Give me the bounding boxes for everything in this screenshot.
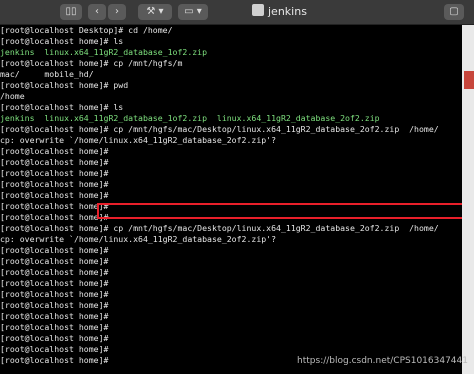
window-menu-button[interactable]: ▢ (444, 4, 464, 20)
background-window-edge (462, 25, 474, 374)
terminal-line: [root@localhost home]# cp /mnt/hgfs/mac/… (0, 124, 439, 134)
terminal-line: [root@localhost home]# (0, 179, 109, 189)
watermark: https://blog.csdn.net/CPS1016347441 (297, 356, 468, 366)
terminal-line: [root@localhost home]# (0, 245, 109, 255)
window-title-text: jenkins (268, 5, 307, 18)
terminal-output[interactable]: [root@localhost Desktop]# cd /home/ [roo… (0, 25, 462, 374)
back-button[interactable]: ‹ (88, 4, 106, 20)
forward-button[interactable]: › (108, 4, 126, 20)
screen-icon[interactable]: ▭ ▾ (178, 4, 208, 20)
terminal-line: [root@localhost home]# (0, 146, 109, 156)
terminal-line: [root@localhost home]# (0, 300, 109, 310)
terminal-line: [root@localhost home]# pwd (0, 80, 129, 90)
terminal-line: [root@localhost home]# ls (0, 36, 124, 46)
terminal-line: [root@localhost home]# (0, 168, 109, 178)
terminal-line: [root@localhost home]# ls (0, 102, 124, 112)
terminal-line: cp: overwrite `/home/linux.x64_11gR2_dat… (0, 135, 277, 145)
app-icon (252, 4, 264, 16)
terminal-line: [root@localhost home]# cp /mnt/hgfs/mac/… (0, 223, 439, 233)
terminal-line: [root@localhost home]# (0, 311, 109, 321)
terminal-line: mac/ mobile_hd/ (0, 69, 94, 79)
highlight-annotation-box (97, 203, 471, 219)
terminal-line: [root@localhost home]# (0, 278, 109, 288)
terminal-line: [root@localhost home]# (0, 212, 109, 222)
wrench-icon[interactable]: ⚒ ▾ (138, 4, 172, 20)
terminal-line: [root@localhost home]# (0, 190, 109, 200)
terminal-line: jenkins linux.x64_11gR2_database_1of2.zi… (0, 47, 208, 57)
terminal-line: [root@localhost home]# (0, 201, 109, 211)
terminal-line: [root@localhost home]# cp /mnt/hgfs/m (0, 58, 183, 68)
terminal-line: [root@localhost Desktop]# cd /home/ (0, 25, 173, 35)
terminal-line: cp: overwrite `/home/linux.x64_11gR2_dat… (0, 234, 277, 244)
terminal-line: [root@localhost home]# (0, 355, 109, 365)
terminal-line: [root@localhost home]# (0, 322, 109, 332)
window-title: jenkins (252, 4, 307, 20)
background-window-mark (464, 71, 474, 89)
title-bar: ▯▯ ‹ › ⚒ ▾ ▭ ▾ jenkins ▢ (0, 0, 474, 25)
terminal-line: [root@localhost home]# (0, 157, 109, 167)
terminal-line: [root@localhost home]# (0, 333, 109, 343)
terminal-line: /home (0, 91, 25, 101)
terminal-line: [root@localhost home]# (0, 256, 109, 266)
terminal-line: [root@localhost home]# (0, 267, 109, 277)
terminal-line: [root@localhost home]# (0, 289, 109, 299)
terminal-line: [root@localhost home]# (0, 344, 109, 354)
sidebar-toggle-button[interactable]: ▯▯ (60, 4, 82, 20)
terminal-line: jenkins linux.x64_11gR2_database_1of2.zi… (0, 113, 380, 123)
